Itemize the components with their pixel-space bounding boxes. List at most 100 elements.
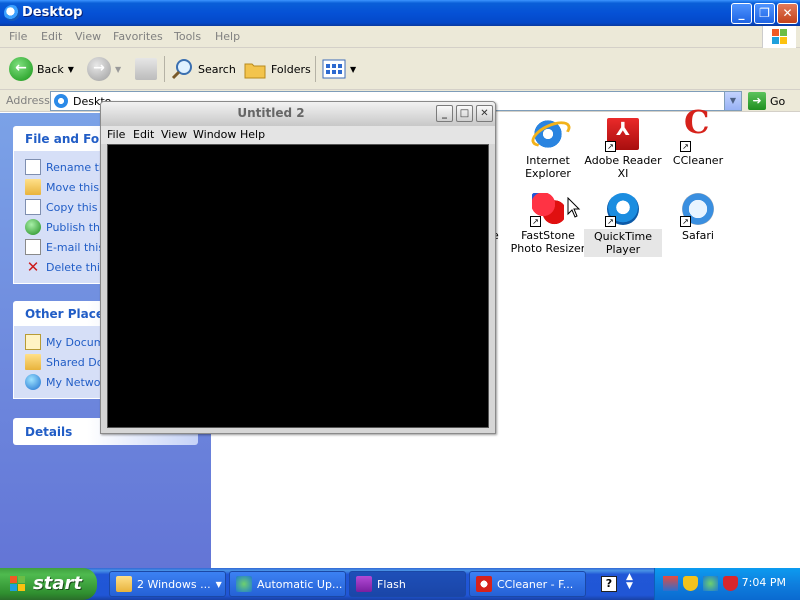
flash-window[interactable]: Untitled 2 _ □ ✕ File Edit View Window H… [100, 101, 496, 434]
address-label: Address [6, 94, 50, 107]
flash-menu-help[interactable]: Help [240, 128, 265, 141]
desktop-item-adobe-reader[interactable]: ⅄ ↗ Adobe Reader XI [584, 118, 662, 180]
back-arrow-icon: ← [9, 57, 33, 81]
desktop-item-quicktime[interactable]: ↗ QuickTime Player [584, 193, 662, 257]
views-button[interactable]: ▼ [322, 56, 356, 82]
menu-help[interactable]: Help [215, 30, 240, 43]
explorer-title-bar[interactable]: Desktop _ ❐ ✕ [0, 0, 800, 26]
flash-maximize-button[interactable]: □ [456, 105, 473, 122]
windows-update-icon [236, 576, 252, 592]
task-email-label: E-mail this [46, 240, 105, 254]
place-my-network-label: My Networ [46, 375, 106, 389]
safari-icon: ↗ [680, 193, 714, 227]
back-dropdown-icon[interactable]: ▼ [68, 65, 74, 74]
views-dropdown-icon[interactable]: ▼ [350, 65, 356, 74]
task-move-label: Move this f [46, 180, 107, 194]
flash-menu-view[interactable]: View [161, 128, 187, 141]
standard-toolbar: ← Back ▼ → ▼ Search Folders ▼ [0, 48, 800, 90]
desktop-item-internet-explorer[interactable]: Internet Explorer [509, 118, 587, 180]
desktop-item-label: QuickTime Player [584, 229, 662, 257]
go-arrow-icon: ➜ [748, 92, 766, 110]
security-shield-icon[interactable] [683, 576, 698, 591]
desktop-item-safari[interactable]: ↗ Safari [659, 193, 737, 242]
delete-x-icon: ✕ [26, 258, 40, 276]
taskbar-item-windows-group[interactable]: 2 Windows ... ▼ [109, 571, 226, 597]
taskbar-item-ccleaner[interactable]: CCleaner - F... [469, 571, 586, 597]
adobe-reader-icon: ⅄ ↗ [605, 118, 639, 152]
flash-menu-file[interactable]: File [107, 128, 125, 141]
flash-window-title-bar[interactable]: Untitled 2 _ □ ✕ [101, 102, 495, 126]
desktop-window-icon [4, 5, 20, 21]
tray-update-icon[interactable] [703, 576, 718, 591]
go-label: Go [770, 94, 786, 108]
start-button[interactable]: start [0, 568, 97, 600]
search-button[interactable]: Search [170, 56, 236, 82]
flash-close-button[interactable]: ✕ [476, 105, 493, 122]
internet-explorer-icon [532, 118, 564, 150]
flash-window-title: Untitled 2 [237, 106, 305, 120]
task-delete-label: Delete this [46, 260, 106, 274]
forward-arrow-icon: → [87, 57, 111, 81]
start-label: start [33, 573, 82, 594]
close-button[interactable]: ✕ [777, 3, 798, 24]
mouse-cursor-icon [567, 197, 581, 218]
desktop-item-ccleaner[interactable]: C ↗ CCleaner [659, 106, 737, 167]
taskbar: start 2 Windows ... ▼ Automatic Up... Fl… [0, 568, 800, 600]
address-location-icon [54, 94, 68, 108]
desktop-item-label: Adobe Reader XI [584, 154, 662, 180]
tray-alert-shield-icon[interactable] [723, 576, 738, 591]
address-dropdown-icon[interactable]: ▼ [724, 92, 741, 110]
rename-icon [25, 159, 41, 175]
task-copy-label: Copy this f [46, 200, 105, 214]
forward-button[interactable]: → ▼ [87, 56, 121, 82]
shortcut-arrow-icon: ↗ [530, 216, 541, 227]
shortcut-arrow-icon: ↗ [605, 141, 616, 152]
quicktime-icon: ↗ [605, 193, 639, 227]
desktop-item-label: CCleaner [672, 154, 724, 167]
forward-dropdown-icon[interactable]: ▼ [115, 65, 121, 74]
taskbar-item-label: CCleaner - F... [497, 577, 574, 591]
desktop-item-label: Safari [682, 229, 714, 242]
menu-tools[interactable]: Tools [174, 30, 201, 43]
menu-view[interactable]: View [75, 30, 101, 43]
taskbar-item-automatic-updates[interactable]: Automatic Up... [229, 571, 346, 597]
shortcut-arrow-icon: ↗ [605, 216, 616, 227]
toolbar-separator [164, 56, 165, 82]
search-icon [171, 59, 192, 80]
flash-app-icon [356, 576, 372, 592]
taskbar-item-flash[interactable]: Flash [349, 571, 466, 597]
windows-flag-icon [10, 576, 26, 592]
shortcut-arrow-icon: ↗ [680, 141, 691, 152]
tray-clock[interactable]: 7:04 PM [742, 576, 786, 589]
views-grid-icon [322, 59, 346, 79]
up-folder-button[interactable] [135, 56, 157, 82]
email-icon [25, 239, 41, 255]
go-button[interactable]: ➜ Go [748, 92, 785, 110]
group-dropdown-icon: ▼ [215, 579, 222, 589]
publish-icon [25, 219, 41, 235]
menu-file[interactable]: File [9, 30, 27, 43]
desktop-item-label: FastStone Photo Resizer [510, 229, 586, 255]
taskbar-item-label: 2 Windows ... [137, 577, 211, 591]
tray-app-icon[interactable] [663, 576, 678, 591]
flash-stage-canvas[interactable] [107, 144, 489, 428]
flash-menu-window[interactable]: Window [193, 128, 236, 141]
folder-icon [116, 576, 132, 592]
shortcut-arrow-icon: ↗ [680, 216, 691, 227]
menu-favorites[interactable]: Favorites [113, 30, 163, 43]
back-label: Back [37, 62, 64, 76]
flash-minimize-button[interactable]: _ [436, 105, 453, 122]
menu-edit[interactable]: Edit [41, 30, 62, 43]
search-label: Search [198, 62, 236, 76]
desktop-item-label: Internet Explorer [525, 154, 571, 180]
restore-button[interactable]: ❐ [754, 3, 775, 24]
flash-menu-edit[interactable]: Edit [133, 128, 154, 141]
folders-label: Folders [271, 62, 311, 76]
taskbar-scroll-arrows-icon[interactable]: ▲ ▼ [626, 573, 633, 591]
back-button[interactable]: ← Back ▼ [9, 56, 74, 82]
up-folder-icon [135, 58, 157, 80]
minimize-button[interactable]: _ [731, 3, 752, 24]
folders-button[interactable]: Folders [243, 56, 311, 82]
help-icon[interactable]: ? [601, 576, 617, 592]
window-title: Desktop [22, 5, 83, 20]
